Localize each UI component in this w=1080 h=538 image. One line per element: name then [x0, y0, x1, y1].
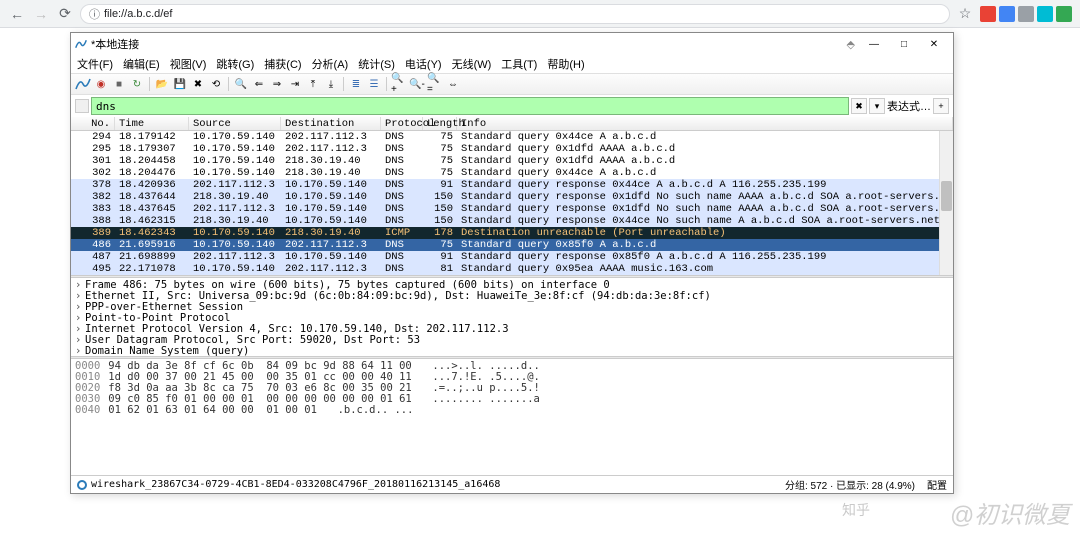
packet-row[interactable]: 29418.17914210.170.59.140202.117.112.3DN…: [71, 131, 953, 143]
titlebar: *本地连接 ⬘ — □ ✕: [71, 33, 953, 55]
col-source[interactable]: Source: [189, 117, 281, 130]
menu-item-7[interactable]: 电话(Y): [405, 56, 442, 72]
status-profile[interactable]: 配置: [927, 477, 947, 492]
detail-item[interactable]: ›Domain Name System (query): [75, 346, 949, 356]
add-filter-icon[interactable]: +: [933, 98, 949, 114]
status-file: wireshark_23867C34-0729-4CB1-8ED4-033208…: [91, 479, 500, 490]
scrollbar-thumb[interactable]: [941, 181, 952, 211]
statusbar: wireshark_23867C34-0729-4CB1-8ED4-033208…: [71, 475, 953, 493]
ext-icon-4[interactable]: [1037, 6, 1053, 22]
reload-file-icon[interactable]: ⟲: [208, 76, 224, 92]
go-last-icon[interactable]: ⤓: [323, 76, 339, 92]
pin-icon[interactable]: ⬘: [847, 38, 855, 51]
menu-item-2[interactable]: 视图(V): [170, 56, 207, 72]
open-icon[interactable]: 📂: [154, 76, 170, 92]
display-filter-input[interactable]: [91, 97, 849, 115]
save-icon[interactable]: 💾: [172, 76, 188, 92]
menu-item-4[interactable]: 捕获(C): [264, 56, 301, 72]
close-button[interactable]: ✕: [919, 34, 949, 54]
autoscroll-icon[interactable]: ≣: [348, 76, 364, 92]
url-bar[interactable]: ⓘ file://a.b.c.d/ef: [80, 4, 950, 24]
packet-row[interactable]: 37818.420936202.117.112.310.170.59.140DN…: [71, 179, 953, 191]
byte-row[interactable]: 004001 62 01 63 01 64 00 00 01 00 01 .b.…: [75, 405, 949, 416]
wireshark-icon: [75, 38, 87, 50]
packet-row[interactable]: 38218.437644218.30.19.4010.170.59.140DNS…: [71, 191, 953, 203]
watermark-zhihu: 知乎: [842, 500, 870, 520]
menu-item-1[interactable]: 编辑(E): [123, 56, 160, 72]
go-forward-icon[interactable]: ⇒: [269, 76, 285, 92]
packet-list-header[interactable]: No. Time Source Destination Protocol Len…: [71, 117, 953, 131]
menu-item-3[interactable]: 跳转(G): [216, 56, 254, 72]
packet-row[interactable]: 38918.46234310.170.59.140218.30.19.40ICM…: [71, 227, 953, 239]
close-file-icon[interactable]: ✖: [190, 76, 206, 92]
info-icon: ⓘ: [89, 6, 100, 22]
capture-options-icon[interactable]: [75, 76, 91, 92]
maximize-button[interactable]: □: [889, 34, 919, 54]
window-title: *本地连接: [91, 36, 847, 52]
reload-button[interactable]: ⟳: [56, 5, 74, 23]
ext-icon-5[interactable]: [1056, 6, 1072, 22]
filter-dropdown-icon[interactable]: ▾: [869, 98, 885, 114]
menu-item-10[interactable]: 帮助(H): [547, 56, 584, 72]
start-capture-icon[interactable]: ◉: [93, 76, 109, 92]
col-info[interactable]: Info: [457, 117, 953, 130]
back-button[interactable]: ←: [8, 5, 26, 23]
expression-label[interactable]: 表达式…: [887, 98, 931, 114]
packet-row[interactable]: 38818.462315218.30.19.4010.170.59.140DNS…: [71, 215, 953, 227]
expert-info-icon[interactable]: [77, 480, 87, 490]
menubar: 文件(F) 编辑(E) 视图(V) 跳转(G) 捕获(C) 分析(A) 统计(S) 电话(Y)…: [71, 55, 953, 73]
go-first-icon[interactable]: ⤒: [305, 76, 321, 92]
packet-row[interactable]: 49522.17107810.170.59.140202.117.112.3DN…: [71, 263, 953, 275]
col-len[interactable]: Length: [423, 117, 457, 130]
packet-row[interactable]: 48721.698899202.117.112.310.170.59.140DN…: [71, 251, 953, 263]
menu-item-9[interactable]: 工具(T): [501, 56, 537, 72]
minimize-button[interactable]: —: [859, 34, 889, 54]
packet-row[interactable]: 48621.69591610.170.59.140202.117.112.3DN…: [71, 239, 953, 251]
zoom-in-icon[interactable]: 🔍+: [391, 76, 407, 92]
forward-button[interactable]: →: [32, 5, 50, 23]
ext-icon-3[interactable]: [1018, 6, 1034, 22]
go-back-icon[interactable]: ⇐: [251, 76, 267, 92]
packet-row[interactable]: 30118.20445810.170.59.140218.30.19.40DNS…: [71, 155, 953, 167]
packet-row[interactable]: 29518.17930710.170.59.140202.117.112.3DN…: [71, 143, 953, 155]
stop-capture-icon[interactable]: ■: [111, 76, 127, 92]
browser-toolbar: ← → ⟳ ⓘ file://a.b.c.d/ef ☆: [0, 0, 1080, 28]
col-dest[interactable]: Destination: [281, 117, 381, 130]
filter-bookmark-icon[interactable]: [75, 99, 89, 113]
menu-item-5[interactable]: 分析(A): [312, 56, 349, 72]
col-proto[interactable]: Protocol: [381, 117, 423, 130]
status-packets: 分组: 572 · 已显示: 28 (4.9%): [785, 477, 915, 492]
restart-capture-icon[interactable]: ↻: [129, 76, 145, 92]
menu-item-8[interactable]: 无线(W): [452, 56, 492, 72]
colorize-icon[interactable]: ☰: [366, 76, 382, 92]
col-time[interactable]: Time: [115, 117, 189, 130]
url-text: file://a.b.c.d/ef: [104, 8, 172, 20]
menu-item-0[interactable]: 文件(F): [77, 56, 113, 72]
watermark-user: @初识微夏: [950, 495, 1070, 530]
menu-item-6[interactable]: 统计(S): [358, 56, 395, 72]
ext-icon-2[interactable]: [999, 6, 1015, 22]
packet-list-pane: No. Time Source Destination Protocol Len…: [71, 117, 953, 275]
packet-row[interactable]: 30218.20447610.170.59.140218.30.19.40DNS…: [71, 167, 953, 179]
zoom-reset-icon[interactable]: 🔍=: [427, 76, 443, 92]
ext-icon-1[interactable]: [980, 6, 996, 22]
find-icon[interactable]: 🔍: [233, 76, 249, 92]
toolbar: ◉ ■ ↻ 📂 💾 ✖ ⟲ 🔍 ⇐ ⇒ ⇥ ⤒ ⤓ ≣ ☰ 🔍+ 🔍- 🔍= ⇔: [71, 73, 953, 95]
packet-bytes-pane[interactable]: 000094 db da 3e 8f cf 6c 0b 84 09 bc 9d …: [71, 359, 953, 475]
bookmark-icon[interactable]: ☆: [956, 5, 974, 23]
clear-filter-icon[interactable]: ✖: [851, 98, 867, 114]
jump-icon[interactable]: ⇥: [287, 76, 303, 92]
extension-icons: [980, 6, 1072, 22]
wireshark-window: *本地连接 ⬘ — □ ✕ 文件(F) 编辑(E) 视图(V) 跳转(G) 捕获(C) 分…: [70, 32, 954, 494]
packet-row[interactable]: 38318.437645202.117.112.310.170.59.140DN…: [71, 203, 953, 215]
col-no[interactable]: No.: [71, 117, 115, 130]
filter-bar: ✖ ▾ 表达式… +: [71, 95, 953, 117]
zoom-out-icon[interactable]: 🔍-: [409, 76, 425, 92]
resize-cols-icon[interactable]: ⇔: [445, 76, 461, 92]
packet-details-pane[interactable]: ›Frame 486: 75 bytes on wire (600 bits),…: [71, 278, 953, 356]
packet-scrollbar[interactable]: [939, 131, 953, 275]
